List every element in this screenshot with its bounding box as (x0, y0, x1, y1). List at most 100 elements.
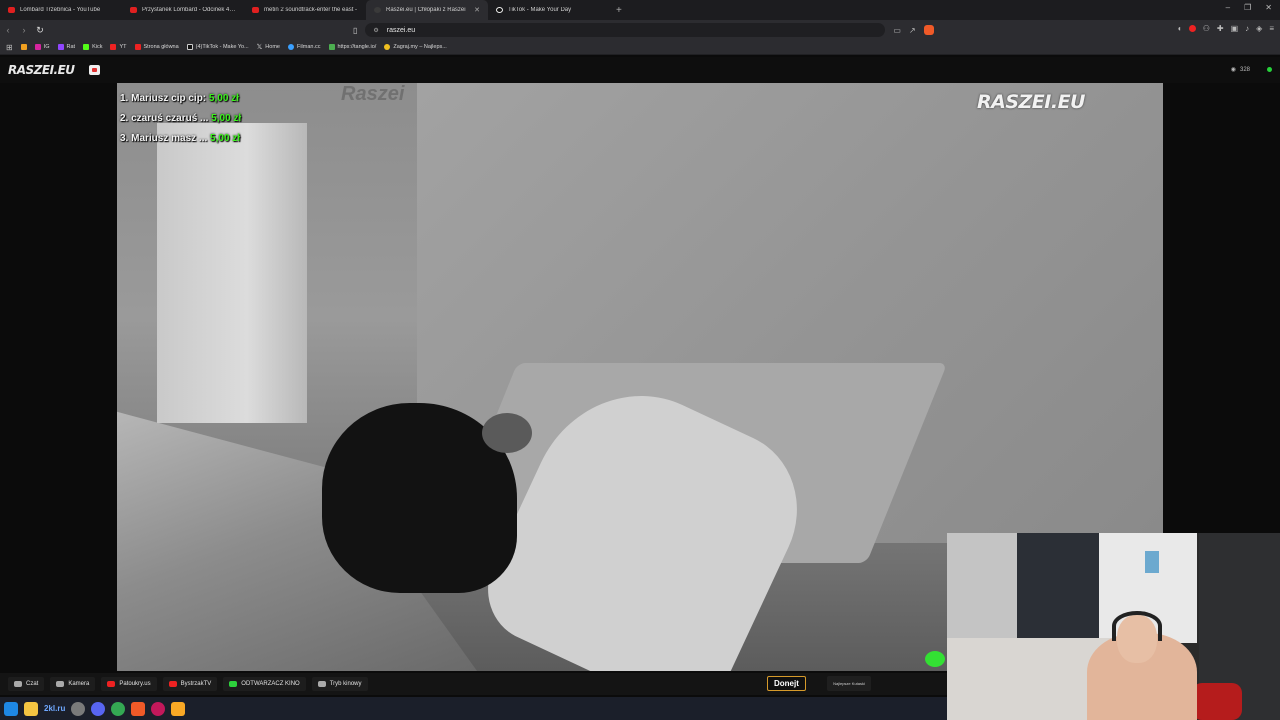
app-icon[interactable] (171, 701, 186, 716)
leaderboard-row: 1. Mariusz cip cip: 5,00 zł (120, 89, 241, 109)
tab-2[interactable]: metin 2 soundtrack-enter the east - (244, 0, 366, 20)
window-controls: – ❐ ✕ (1226, 3, 1272, 12)
close-icon[interactable]: ✕ (474, 6, 480, 14)
tab-1[interactable]: Przystanek Lombard - Odcinek 4. "Cl (122, 0, 244, 20)
youtube-icon (252, 7, 259, 13)
bookmark-item[interactable]: https://tangle.io/ (328, 44, 376, 50)
bookmark-item[interactable]: 𝕏 Home (257, 43, 280, 51)
donate-button[interactable]: Donejt (767, 676, 806, 691)
cinema-mode-button[interactable]: Tryb kinowy (311, 677, 368, 691)
youtube-icon (134, 44, 141, 50)
chat-icon (14, 681, 22, 687)
leaderboard-rank: 1. (120, 93, 129, 104)
bookmark-icon[interactable]: ▯ (353, 26, 357, 35)
bookmark-label: IG (43, 44, 50, 50)
back-icon[interactable]: ‹ (0, 25, 16, 35)
cinema-icon (317, 681, 326, 687)
restore-icon[interactable]: ❐ (1244, 3, 1251, 12)
extension-icon[interactable]: ⚇ (1203, 24, 1210, 33)
avatar-icon[interactable] (71, 701, 86, 716)
button-label: Tryb kinowy (329, 681, 362, 687)
bookmark-item[interactable]: IG (34, 44, 50, 50)
wallet-icon[interactable]: ◈ (1256, 24, 1262, 33)
button-label: BystrzakTV (180, 681, 212, 687)
bookmark-folder[interactable] (20, 44, 27, 50)
youtube-icon (130, 7, 137, 13)
tab-3[interactable]: Raszei.eu | Chłopaki z Raszei ✕ (366, 0, 488, 20)
tab-title: Przystanek Lombard - Odcinek 4. "Cl (142, 7, 236, 13)
youtube-icon (8, 7, 15, 13)
bookmark-item[interactable]: Rat (57, 44, 76, 50)
video-scene-door (157, 123, 307, 423)
menu-icon[interactable]: ≡ (1269, 24, 1274, 33)
bookmark-item[interactable]: Zagraj.my – Najleps... (384, 44, 447, 50)
tab-0[interactable]: Lombard Trzebnica - YouTube (0, 0, 122, 20)
notification-icon[interactable] (88, 65, 100, 75)
bookmark-item[interactable]: YT (110, 44, 127, 50)
sidebar-icon[interactable]: ▣ (1231, 24, 1239, 33)
reload-icon[interactable]: ↻ (32, 25, 48, 36)
address-bar-row: ‹ › ↻ ▯ ⚙ raszei.eu ▭ ↗ ◖ ⚇ ✚ ▣ ♪ ◈ ≡ (0, 20, 1280, 40)
site-info-icon[interactable]: ⚙ (373, 27, 378, 34)
faint-watermark: Raszei (341, 83, 405, 105)
webcam-scene-headphones (1112, 611, 1162, 641)
brave-shield-icon[interactable] (923, 25, 934, 35)
site-header: RASZEI.EU ◉ 328 (0, 57, 1280, 83)
button-label: ODTWARZACZ KINO (241, 681, 300, 687)
webcam-overlay (947, 533, 1280, 720)
apps-icon[interactable]: ⊞ (6, 43, 13, 52)
address-actions: ▭ ↗ (893, 25, 934, 35)
browser-window: Lombard Trzebnica - YouTube Przystanek L… (0, 0, 1280, 720)
share-icon[interactable]: ↗ (909, 26, 916, 35)
bookmark-label: YT (119, 44, 127, 50)
leaderboard-amount: 5,00 zł (210, 133, 241, 144)
chrome-icon[interactable] (111, 701, 126, 716)
camera-button[interactable]: Kamera (50, 677, 96, 691)
chat-button[interactable]: Czat (8, 677, 45, 691)
tab-title: Raszei.eu | Chłopaki z Raszei (386, 7, 466, 13)
app-icon[interactable] (151, 701, 166, 716)
eye-icon: ◉ (1230, 67, 1236, 73)
install-icon[interactable]: ▭ (893, 26, 901, 35)
record-icon[interactable] (1188, 25, 1196, 32)
new-tab-button[interactable]: + (616, 5, 622, 16)
bookmark-label: Strona główna (143, 44, 179, 50)
bookmark-label: Zagraj.my – Najleps... (393, 44, 447, 50)
music-icon[interactable]: ♪ (1245, 24, 1249, 33)
bookmarks-bar: ⊞ IG Rat Kick YT Strona główna (4)TikTok… (0, 40, 1280, 55)
tab-4[interactable]: TikTok - Make Your Day (488, 0, 610, 20)
close-window-icon[interactable]: ✕ (1265, 3, 1272, 12)
forward-icon[interactable]: › (16, 25, 32, 35)
brave-icon[interactable] (131, 701, 146, 716)
file-explorer-icon[interactable] (24, 701, 38, 716)
kino-player-button[interactable]: ODTWARZACZ KINO (223, 677, 306, 691)
bookmark-item[interactable]: Filman.cc (287, 44, 321, 50)
leaderboard-amount: 5,00 zł (208, 93, 239, 104)
button-label: Kamera (68, 681, 90, 687)
bookmark-label: (4)TikTok - Make Yo... (195, 44, 249, 50)
bookmark-item[interactable]: Strona główna (134, 44, 179, 50)
discord-icon[interactable] (91, 701, 106, 716)
bookmark-label: Rat (66, 44, 76, 50)
bookmark-item[interactable]: Kick (83, 44, 102, 50)
patoukry-button[interactable]: Patoukry.us (101, 677, 157, 691)
instagram-icon (34, 44, 41, 50)
url-text: raszei.eu (386, 26, 416, 34)
bookmark-label: Filman.cc (296, 44, 321, 50)
webcam-scene-left (947, 533, 1019, 643)
tab-title: TikTok - Make Your Day (508, 7, 572, 13)
taskbar-app-label[interactable]: 2kl.ru (44, 704, 65, 713)
start-icon[interactable] (4, 701, 18, 716)
najlepsze-button[interactable]: Najlepsze Kutaski (827, 676, 871, 691)
bookmark-label: Kick (92, 44, 103, 50)
leaderboard-rank: 2. (120, 113, 129, 124)
bookmark-item[interactable]: (4)TikTok - Make Yo... (186, 44, 249, 50)
donation-leaderboard: 1. Mariusz cip cip: 5,00 zł 2. czaruś cz… (120, 89, 241, 149)
bystrzak-button[interactable]: BystrzakTV (162, 677, 218, 691)
tab-title: Lombard Trzebnica - YouTube (20, 7, 101, 13)
puzzle-icon[interactable]: ✚ (1217, 24, 1224, 33)
minimize-icon[interactable]: – (1226, 3, 1230, 12)
url-field[interactable]: ⚙ raszei.eu (365, 23, 886, 37)
audio-icon[interactable]: ◖ (1177, 24, 1182, 33)
site-logo[interactable]: RASZEI.EU (8, 63, 75, 77)
